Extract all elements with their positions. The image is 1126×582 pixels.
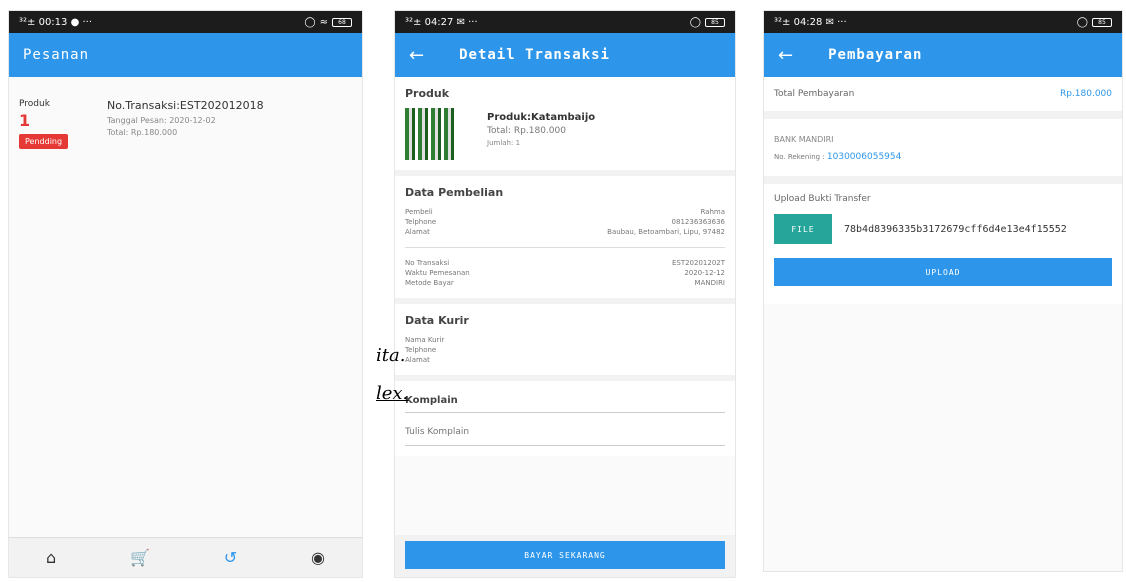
battery-icon: 85 — [1092, 17, 1112, 27]
order-item[interactable]: Produk 1 Pendding No.Transaksi:EST202012… — [9, 77, 362, 171]
app-bar: ← Pembayaran — [764, 33, 1122, 77]
back-arrow-icon[interactable]: ← — [409, 45, 425, 66]
section-title: Data Pembelian — [405, 186, 504, 199]
total-row: Total Pembayaran Rp.180.000 — [764, 77, 1122, 119]
phone-screen-pembayaran: ³²± 04:28 ✉ ··· ◯ 85 ← Pembayaran Total P… — [763, 10, 1123, 572]
status-left: ³²± 04:27 ✉ ··· — [405, 16, 478, 28]
account-icon[interactable]: ◉ — [311, 548, 325, 567]
overlay-text-fragment: lex. — [376, 383, 409, 404]
produk-section: Produk Produk:Katambaijo Total: Rp.180.0… — [395, 77, 735, 176]
transaction-number: No.Transaksi:EST202012018 — [107, 99, 264, 112]
phone-screen-detail-transaksi: ³²± 04:27 ✉ ··· ◯ 85 ← Detail Transaksi P… — [394, 10, 736, 578]
pembelian-section: Data Pembelian Pembeli Rahma Telphone 0812… — [395, 176, 735, 304]
kv-row: Alamat — [405, 356, 430, 364]
kv-row: Telphone 081236363636 — [405, 218, 725, 226]
history-icon[interactable]: ↺ — [224, 548, 237, 567]
alarm-icon: ◯ — [1076, 16, 1088, 28]
rekening-value: 1030006055954 — [826, 152, 902, 162]
kv-row: No Transaksi EST20201202T — [405, 259, 725, 267]
komplain-section: Komplain — [395, 381, 735, 456]
total-value: Rp.180.000 — [1059, 89, 1112, 99]
divider — [405, 247, 725, 248]
battery-icon: 85 — [705, 17, 725, 27]
order-total: Total: Rp.180.000 — [107, 128, 178, 137]
product-count: 1 — [19, 111, 31, 130]
komplain-label: Komplain — [405, 395, 725, 413]
status-badge: Pendding — [19, 134, 69, 149]
alarm-icon: ◯ — [304, 16, 316, 28]
kurir-section: Data Kurir Nama Kurir Telphone Alamat — [395, 304, 735, 381]
product-image — [405, 108, 457, 160]
wifi-icon: ≈ — [319, 16, 328, 28]
file-button[interactable]: FILE — [774, 214, 832, 244]
upload-button[interactable]: UPLOAD — [774, 258, 1112, 286]
bottom-navigation: ⌂ 🛒 ↺ ◉ — [9, 537, 362, 577]
bank-name: BANK MANDIRI — [774, 135, 834, 144]
file-name: 78b4d8396335b3172679cff6d4e13e4f15552 — [844, 223, 1067, 235]
rekening-label: No. Rekening : — [774, 153, 825, 161]
overlay-text-fragment: ita. — [376, 345, 406, 366]
back-arrow-icon[interactable]: ← — [778, 45, 794, 66]
bayar-sekarang-button[interactable]: BAYAR SEKARANG — [405, 541, 725, 569]
order-date: Tanggal Pesan: 2020-12-02 — [107, 116, 216, 125]
home-icon[interactable]: ⌂ — [46, 548, 56, 567]
upload-section: Upload Bukti Transfer FILE 78b4d8396335b… — [764, 184, 1122, 304]
bottom-bar: BAYAR SEKARANG — [395, 535, 735, 577]
status-bar: ³²± 00:13 ● ··· ◯ ≈68 — [9, 11, 362, 33]
kv-row: Telphone — [405, 346, 437, 354]
produk-label: Produk — [19, 99, 50, 109]
product-quantity: Jumlah: 1 — [487, 139, 521, 147]
komplain-input[interactable] — [405, 413, 725, 446]
cart-icon[interactable]: 🛒 — [130, 548, 150, 567]
section-title: Produk — [405, 87, 450, 100]
product-total: Total: Rp.180.000 — [487, 126, 566, 136]
section-title: Data Kurir — [405, 314, 469, 327]
page-title: Pesanan — [23, 47, 90, 63]
bank-info: BANK MANDIRI No. Rekening : 103000605595… — [764, 119, 1122, 184]
kv-row: Waktu Pemesanan 2020-12-12 — [405, 269, 725, 277]
phone-screen-pesanan: ³²± 00:13 ● ··· ◯ ≈68 Pesanan Produk 1 Pe… — [8, 10, 363, 578]
status-bar: ³²± 04:27 ✉ ··· ◯ 85 — [395, 11, 735, 33]
kv-row: Metode Bayar MANDIRI — [405, 279, 725, 287]
upload-label: Upload Bukti Transfer — [774, 194, 871, 204]
rekening-row: No. Rekening : 1030006055954 — [774, 152, 1112, 162]
status-left: ³²± 04:28 ✉ ··· — [774, 16, 847, 28]
app-bar: ← Detail Transaksi — [395, 33, 735, 77]
page-title: Pembayaran — [828, 47, 923, 63]
status-bar: ³²± 04:28 ✉ ··· ◯ 85 — [764, 11, 1122, 33]
app-bar: Pesanan — [9, 33, 362, 77]
alarm-icon: ◯ — [689, 16, 701, 28]
total-label: Total Pembayaran — [774, 89, 855, 99]
page-title: Detail Transaksi — [459, 47, 610, 63]
kv-row: Alamat Baubau, Betoambari, Lipu, 97482 — [405, 228, 725, 236]
status-left: ³²± 00:13 ● ··· — [19, 16, 93, 28]
kv-row: Pembeli Rahma — [405, 208, 725, 216]
battery-icon: 68 — [332, 17, 352, 27]
product-name: Produk:Katambaijo — [487, 112, 596, 123]
kv-row: Nama Kurir — [405, 336, 445, 344]
